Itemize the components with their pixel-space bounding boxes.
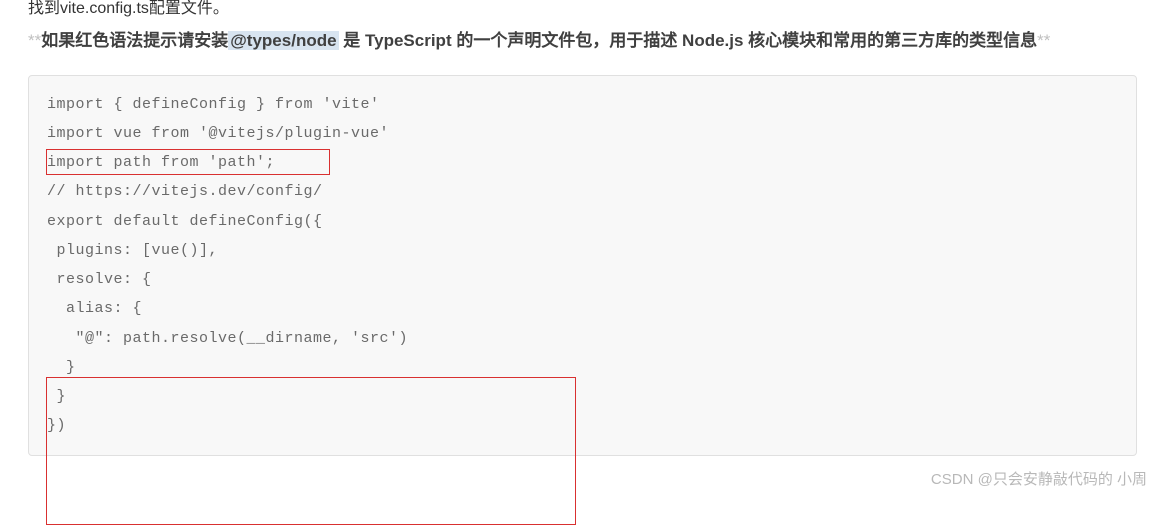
code-block: import { defineConfig } from 'vite' impo… [28, 75, 1137, 456]
code-line: "@": path.resolve(__dirname, 'src') [47, 324, 1118, 353]
desc-part2: 是 TypeScript 的一个声明文件包，用于描述 Node.js 核心模块和… [339, 31, 1038, 50]
code-line: import path from 'path'; [47, 148, 1118, 177]
code-line: } [47, 382, 1118, 411]
code-line: export default defineConfig({ [47, 207, 1118, 236]
code-line: }) [47, 411, 1118, 440]
desc-highlight: @types/node [228, 31, 338, 50]
code-line: } [47, 353, 1118, 382]
code-line: resolve: { [47, 265, 1118, 294]
prior-text-fragment: 找到vite.config.ts配置文件。 [28, 0, 1137, 18]
csdn-watermark: CSDN @只会安静敲代码的 小周 [931, 468, 1147, 489]
desc-part1: 如果红色语法提示请安装 [41, 31, 228, 50]
description-paragraph: **如果红色语法提示请安装@types/node 是 TypeScript 的一… [28, 26, 1137, 57]
code-line: plugins: [vue()], [47, 236, 1118, 265]
code-line: // https://vitejs.dev/config/ [47, 177, 1118, 206]
code-line: alias: { [47, 294, 1118, 323]
md-bold-prefix: ** [28, 31, 41, 50]
article-content: 找到vite.config.ts配置文件。 **如果红色语法提示请安装@type… [0, 0, 1165, 456]
code-line: import vue from '@vitejs/plugin-vue' [47, 119, 1118, 148]
code-line: import { defineConfig } from 'vite' [47, 90, 1118, 119]
md-bold-suffix: ** [1037, 31, 1050, 50]
